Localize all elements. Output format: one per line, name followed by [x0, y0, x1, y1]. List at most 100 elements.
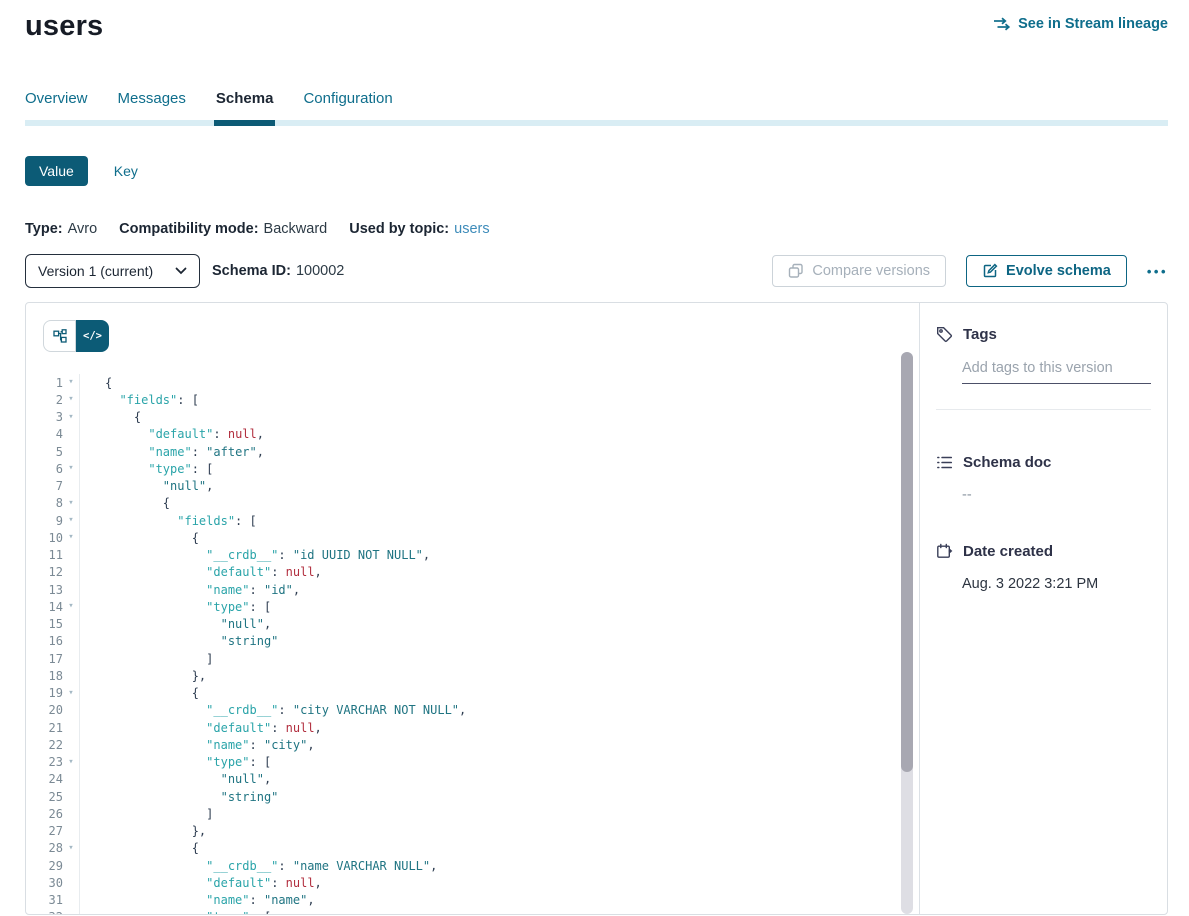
code-text: "default": null, — [80, 876, 322, 890]
code-line: 20 "__crdb__": "city VARCHAR NOT NULL", — [26, 702, 919, 719]
fold-arrow-icon[interactable]: ▾ — [63, 840, 80, 857]
code-line: 5 "name": "after", — [26, 443, 919, 460]
line-number: 16 — [26, 634, 63, 648]
line-number: 28 — [26, 841, 63, 855]
tag-icon — [936, 326, 953, 343]
code-text: ] — [80, 652, 213, 666]
more-actions-button[interactable]: ••• — [1147, 264, 1168, 279]
code-line: 14▾ "type": [ — [26, 598, 919, 615]
fold-gutter — [63, 771, 80, 788]
code-text: "null", — [80, 617, 271, 631]
compare-versions-button[interactable]: Compare versions — [772, 255, 946, 287]
fold-gutter — [63, 788, 80, 805]
tab-track — [25, 120, 1168, 126]
fold-gutter — [63, 719, 80, 736]
code-line: 6▾ "type": [ — [26, 460, 919, 477]
fold-gutter — [63, 564, 80, 581]
tab-messages[interactable]: Messages — [118, 90, 186, 120]
stream-lineage-label: See in Stream lineage — [1018, 16, 1168, 32]
code-line: 29 "__crdb__": "name VARCHAR NULL", — [26, 857, 919, 874]
code-text: "type": [ — [80, 910, 271, 915]
schema-actions: Compare versions Evolve schema ••• — [772, 255, 1168, 287]
line-number: 25 — [26, 790, 63, 804]
fold-arrow-icon[interactable]: ▾ — [63, 495, 80, 512]
key-toggle-button[interactable]: Key — [114, 163, 138, 179]
code-line: 27 }, — [26, 823, 919, 840]
code-line: 31 "name": "name", — [26, 892, 919, 909]
meta-item: Compatibility mode:Backward — [119, 221, 327, 237]
code-text: ] — [80, 807, 213, 821]
tab-overview[interactable]: Overview — [25, 90, 88, 120]
code-text: "null", — [80, 479, 213, 493]
tab-schema[interactable]: Schema — [216, 90, 274, 120]
add-tags-input[interactable] — [962, 360, 1151, 384]
schema-meta-row: Type:AvroCompatibility mode:BackwardUsed… — [25, 221, 1168, 237]
code-line: 16 "string" — [26, 633, 919, 650]
code-line: 10▾ { — [26, 529, 919, 546]
tree-view-button[interactable] — [43, 320, 76, 352]
fold-arrow-icon[interactable]: ▾ — [63, 754, 80, 771]
code-text: "name": "name", — [80, 893, 315, 907]
code-text: { — [80, 410, 141, 424]
fold-arrow-icon[interactable]: ▾ — [63, 598, 80, 615]
fold-gutter — [63, 702, 80, 719]
code-text: "null", — [80, 772, 271, 786]
code-scrollbar-thumb[interactable] — [901, 352, 913, 772]
line-number: 27 — [26, 824, 63, 838]
line-number: 21 — [26, 721, 63, 735]
schema-doc-title: Schema doc — [963, 454, 1051, 471]
code-text: "name": "city", — [80, 738, 315, 752]
fold-gutter — [63, 547, 80, 564]
line-number: 32 — [26, 910, 63, 915]
code-line: 8▾ { — [26, 495, 919, 512]
fold-gutter — [63, 892, 80, 909]
code-line: 7 "null", — [26, 478, 919, 495]
code-line: 12 "default": null, — [26, 564, 919, 581]
version-select[interactable]: Version 1 (current) — [25, 254, 200, 288]
topic-link[interactable]: users — [454, 221, 489, 237]
code-line: 22 "name": "city", — [26, 736, 919, 753]
code-view-icon: </> — [83, 330, 102, 342]
code-text: "type": [ — [80, 462, 213, 476]
code-view-button[interactable]: </> — [76, 320, 109, 352]
code-line: 4 "default": null, — [26, 426, 919, 443]
code-line: 23▾ "type": [ — [26, 754, 919, 771]
schema-json-code: 1▾{2▾ "fields": [3▾ {4 "default": null,5… — [26, 374, 919, 915]
fold-gutter — [63, 478, 80, 495]
meta-value: Backward — [264, 221, 328, 237]
value-toggle-button[interactable]: Value — [25, 156, 88, 186]
stream-lineage-link[interactable]: See in Stream lineage — [993, 16, 1168, 32]
code-line: 1▾{ — [26, 374, 919, 391]
fold-arrow-icon[interactable]: ▾ — [63, 685, 80, 702]
line-number: 30 — [26, 876, 63, 890]
code-scrollbar[interactable] — [901, 352, 913, 914]
edit-icon — [982, 263, 998, 279]
fold-arrow-icon[interactable]: ▾ — [63, 391, 80, 408]
line-number: 24 — [26, 772, 63, 786]
code-text: "string" — [80, 634, 278, 648]
line-number: 14 — [26, 600, 63, 614]
fold-arrow-icon[interactable]: ▾ — [63, 909, 80, 915]
code-line: 26 ] — [26, 805, 919, 822]
fold-arrow-icon[interactable]: ▾ — [63, 460, 80, 477]
tab-bar: Overview Messages Schema Configuration — [25, 90, 1168, 126]
meta-item: Type:Avro — [25, 221, 97, 237]
calendar-plus-icon — [936, 543, 953, 560]
fold-arrow-icon[interactable]: ▾ — [63, 529, 80, 546]
tree-view-icon — [53, 329, 67, 343]
code-line: 30 "default": null, — [26, 874, 919, 891]
code-line: 21 "default": null, — [26, 719, 919, 736]
code-text: "name": "after", — [80, 445, 264, 459]
schema-code-pane: </> 1▾{2▾ "fields": [3▾ {4 "default": nu… — [26, 303, 920, 914]
fold-arrow-icon[interactable]: ▾ — [63, 374, 80, 391]
date-created-value: Aug. 3 2022 3:21 PM — [962, 576, 1151, 592]
fold-gutter — [63, 581, 80, 598]
meta-label: Type: — [25, 221, 63, 237]
schema-id: Schema ID:100002 — [212, 263, 344, 279]
fold-arrow-icon[interactable]: ▾ — [63, 512, 80, 529]
tab-configuration[interactable]: Configuration — [303, 90, 392, 120]
fold-arrow-icon[interactable]: ▾ — [63, 409, 80, 426]
fold-gutter — [63, 616, 80, 633]
evolve-schema-button[interactable]: Evolve schema — [966, 255, 1127, 287]
code-line: 15 "null", — [26, 616, 919, 633]
